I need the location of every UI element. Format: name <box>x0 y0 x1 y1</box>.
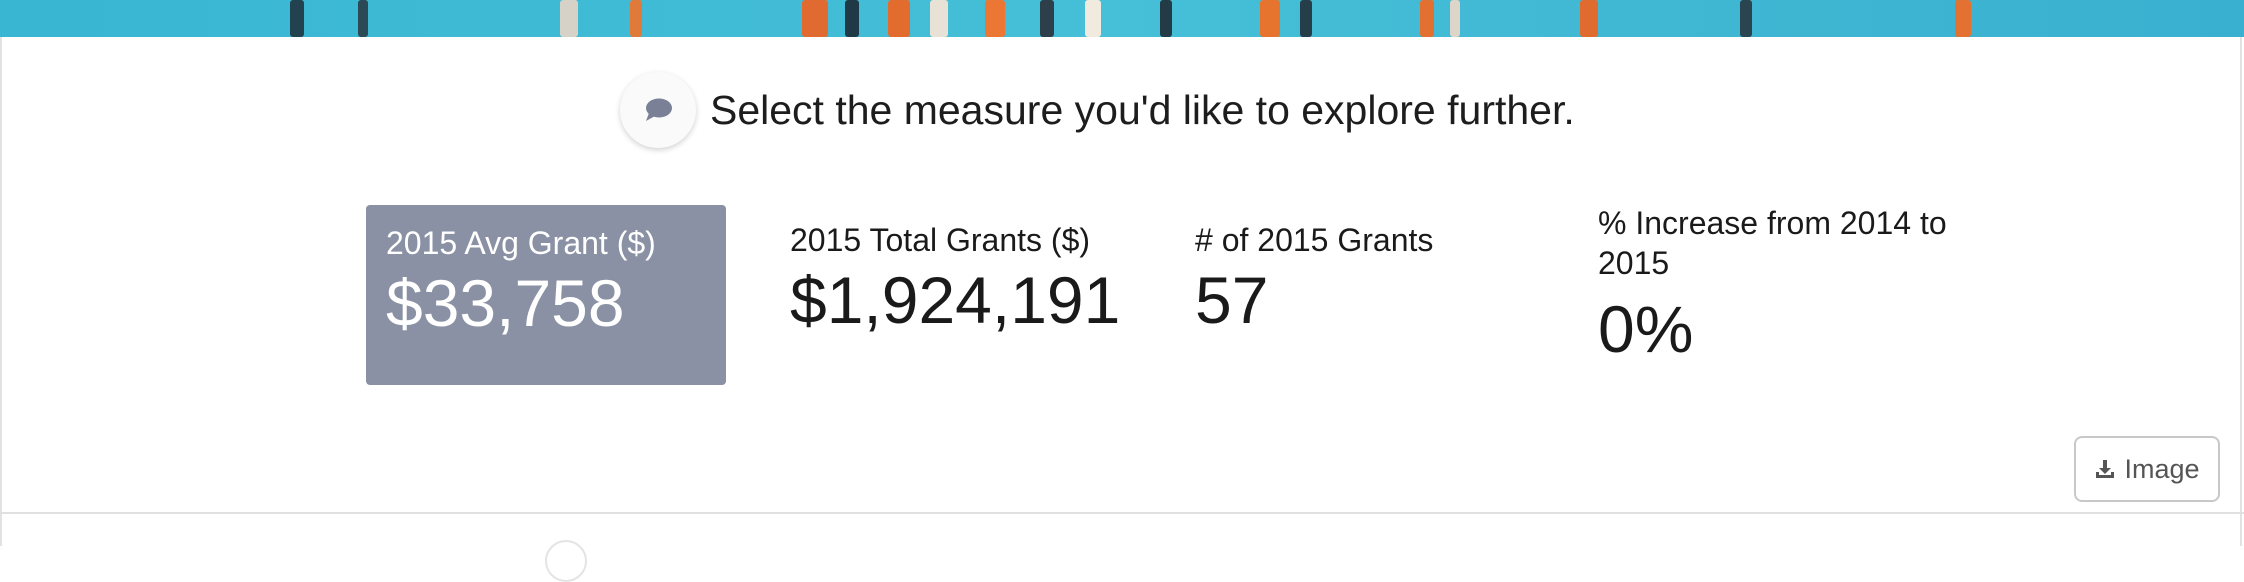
metric-grant-count[interactable]: # of 2015 Grants 57 <box>1195 220 1555 340</box>
metric-value: 0% <box>1598 292 1694 366</box>
metric-percent-increase[interactable]: % Increase from 2014 to 2015 0% <box>1598 203 1958 369</box>
metric-label: # of 2015 Grants <box>1195 222 1434 258</box>
metric-label: 2015 Total Grants ($) <box>790 222 1091 258</box>
header-banner-image <box>0 0 2244 37</box>
download-icon <box>2096 460 2115 478</box>
metric-total-grants[interactable]: 2015 Total Grants ($) $1,924,191 <box>790 220 1140 340</box>
metric-label: % Increase from 2014 to 2015 <box>1598 205 1947 281</box>
metric-label: 2015 Avg Grant ($) <box>386 225 656 261</box>
metric-value: $33,758 <box>386 266 625 340</box>
explore-prompt: Select the measure you'd like to explore… <box>620 70 1575 150</box>
next-section-bubble <box>545 540 587 582</box>
prompt-text: Select the measure you'd like to explore… <box>710 86 1575 133</box>
download-image-button[interactable]: Image <box>2074 436 2220 502</box>
image-button-label: Image <box>2124 453 2200 484</box>
metric-value: 57 <box>1195 263 1269 337</box>
metric-value: $1,924,191 <box>790 263 1121 337</box>
speech-bubble-icon <box>620 72 696 148</box>
section-divider <box>0 512 2244 514</box>
metric-avg-grant[interactable]: 2015 Avg Grant ($) $33,758 <box>366 205 726 385</box>
